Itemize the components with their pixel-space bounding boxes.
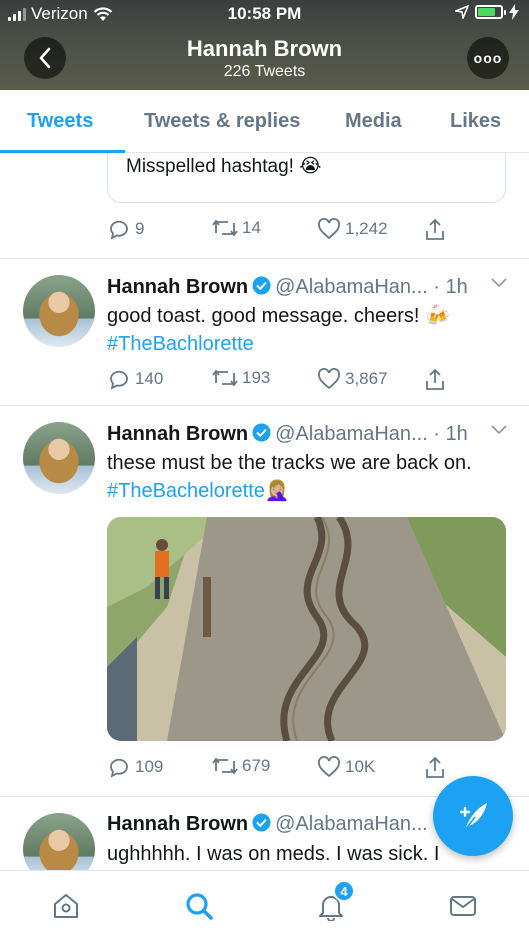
tab-tweets[interactable]: Tweets [27, 110, 93, 133]
nav-home[interactable] [48, 888, 84, 924]
reply-icon [110, 220, 128, 240]
tweet-text: good toast. good message. cheers! 🍻 #The… [107, 302, 507, 358]
nav-search[interactable] [181, 888, 217, 924]
like-button[interactable]: 3,867 [317, 368, 388, 390]
tweet-author-name[interactable]: Hannah Brown [107, 423, 248, 445]
retweet-count: 193 [242, 368, 271, 387]
tweet-author-handle: @AlabamaHan... [275, 813, 428, 835]
reply-icon [110, 758, 128, 778]
status-bar: Verizon 10:58 PM [0, 0, 529, 30]
tab-likes[interactable]: Likes [450, 110, 501, 133]
reply-button[interactable]: 9 [107, 218, 144, 240]
tweet-body: good toast. good message. cheers! 🍻 [107, 305, 450, 327]
heart-icon [318, 218, 340, 240]
tab-media[interactable]: Media [345, 110, 402, 133]
retweet-icon [212, 369, 238, 387]
reply-button[interactable]: 140 [107, 368, 163, 390]
more-icon: ooo [473, 50, 503, 66]
compose-feather-icon [459, 803, 487, 831]
quoted-tweet[interactable]: Misspelled hashtag! 😭 [107, 153, 506, 203]
share-icon [426, 756, 444, 778]
retweet-count: 14 [242, 218, 261, 237]
hashtag-link[interactable]: #TheBachlorette [107, 333, 254, 355]
hashtag-link[interactable]: #TheBachelorette [107, 480, 265, 502]
more-options-button[interactable]: ooo [467, 37, 509, 79]
tweet-header: Hannah Brown @AlabamaHan... · 1h [107, 276, 507, 299]
status-time: 10:58 PM [227, 4, 302, 23]
tweet[interactable]: Hannah Brown @AlabamaHan... · 1h these mu… [0, 405, 529, 795]
location-arrow-icon [455, 5, 469, 19]
tweet-count: 226 Tweets [223, 63, 306, 80]
tweet-author-name[interactable]: Hannah Brown [107, 813, 248, 835]
reply-count: 9 [135, 219, 145, 238]
share-icon [426, 218, 444, 240]
avatar[interactable] [23, 275, 95, 347]
quoted-tweet-text: Misspelled hashtag! 😭 [126, 156, 322, 177]
retweet-button[interactable]: 14 [212, 218, 261, 238]
tweet-actions: 140 193 3,867 [107, 368, 467, 398]
tweet-media-image[interactable] [107, 517, 506, 741]
reply-count: 109 [135, 757, 164, 776]
share-button[interactable] [424, 218, 446, 242]
chevron-down-icon[interactable] [491, 278, 507, 288]
railroad-tracks-image [107, 517, 506, 741]
verified-badge-icon [252, 813, 271, 832]
tweet-header: Hannah Brown @AlabamaHan... [107, 813, 437, 836]
nav-messages[interactable] [445, 888, 481, 924]
verified-badge-icon [252, 276, 271, 295]
reply-icon [110, 370, 128, 390]
heart-icon [318, 756, 340, 778]
bottom-navigation: 4 [0, 870, 529, 940]
nav-notifications[interactable]: 4 [313, 880, 355, 924]
tweet-text: these must be the tracks we are back on.… [107, 449, 507, 505]
tweet-author-name[interactable]: Hannah Brown [107, 276, 248, 298]
notification-badge: 4 [333, 880, 355, 902]
tweet-body: ughhhhh. I was on meds. I was sick. I [107, 843, 440, 865]
like-button[interactable]: 10K [317, 756, 375, 778]
tweet-time: · 1h [433, 276, 468, 298]
chevron-down-icon[interactable] [491, 425, 507, 435]
tweet-author-handle: @AlabamaHan... [275, 276, 428, 298]
tweet-feed[interactable]: Misspelled hashtag! 😭 9 14 1,242 Hannah … [0, 153, 529, 870]
heart-icon [318, 368, 340, 390]
tweet-time: · 1h [433, 423, 468, 445]
avatar[interactable] [23, 422, 95, 494]
charging-bolt-icon [509, 4, 519, 20]
retweet-count: 679 [242, 756, 271, 775]
retweet-button[interactable]: 193 [212, 368, 270, 388]
tweet-author-handle: @AlabamaHan... [275, 423, 428, 445]
profile-tabs: Tweets Tweets & replies Media Likes [0, 90, 529, 153]
search-icon [186, 893, 213, 920]
tweet-actions: 109 679 10K [107, 756, 467, 786]
like-count: 3,867 [345, 369, 388, 388]
like-count: 1,242 [345, 219, 388, 238]
reply-count: 140 [135, 369, 164, 388]
home-icon [54, 894, 78, 918]
like-count: 10K [345, 757, 376, 776]
profile-header: Verizon 10:58 PM Hannah Brown 226 Tweets [0, 0, 529, 90]
avatar[interactable] [23, 813, 95, 870]
tweet-actions: 9 14 1,242 [107, 218, 467, 248]
share-button[interactable] [424, 756, 446, 780]
tweet-body: these must be the tracks we are back on. [107, 452, 472, 474]
tweet-header: Hannah Brown @AlabamaHan... · 1h [107, 423, 507, 446]
share-button[interactable] [424, 368, 446, 392]
verified-badge-icon [252, 423, 271, 442]
share-icon [426, 368, 444, 390]
like-button[interactable]: 1,242 [317, 218, 388, 240]
retweet-button[interactable]: 679 [212, 756, 270, 776]
reply-button[interactable]: 109 [107, 756, 163, 778]
retweet-icon [212, 757, 238, 775]
battery-icon [475, 5, 506, 19]
emoji-facepalm: 🤦🏼‍♀️ [264, 480, 290, 502]
mail-icon [450, 896, 476, 916]
retweet-icon [212, 219, 238, 237]
compose-tweet-button[interactable] [433, 776, 513, 856]
tweet[interactable]: Hannah Brown @AlabamaHan... · 1h good toa… [0, 258, 529, 408]
profile-name: Hannah Brown [186, 36, 343, 61]
tab-tweets-replies[interactable]: Tweets & replies [144, 110, 300, 133]
